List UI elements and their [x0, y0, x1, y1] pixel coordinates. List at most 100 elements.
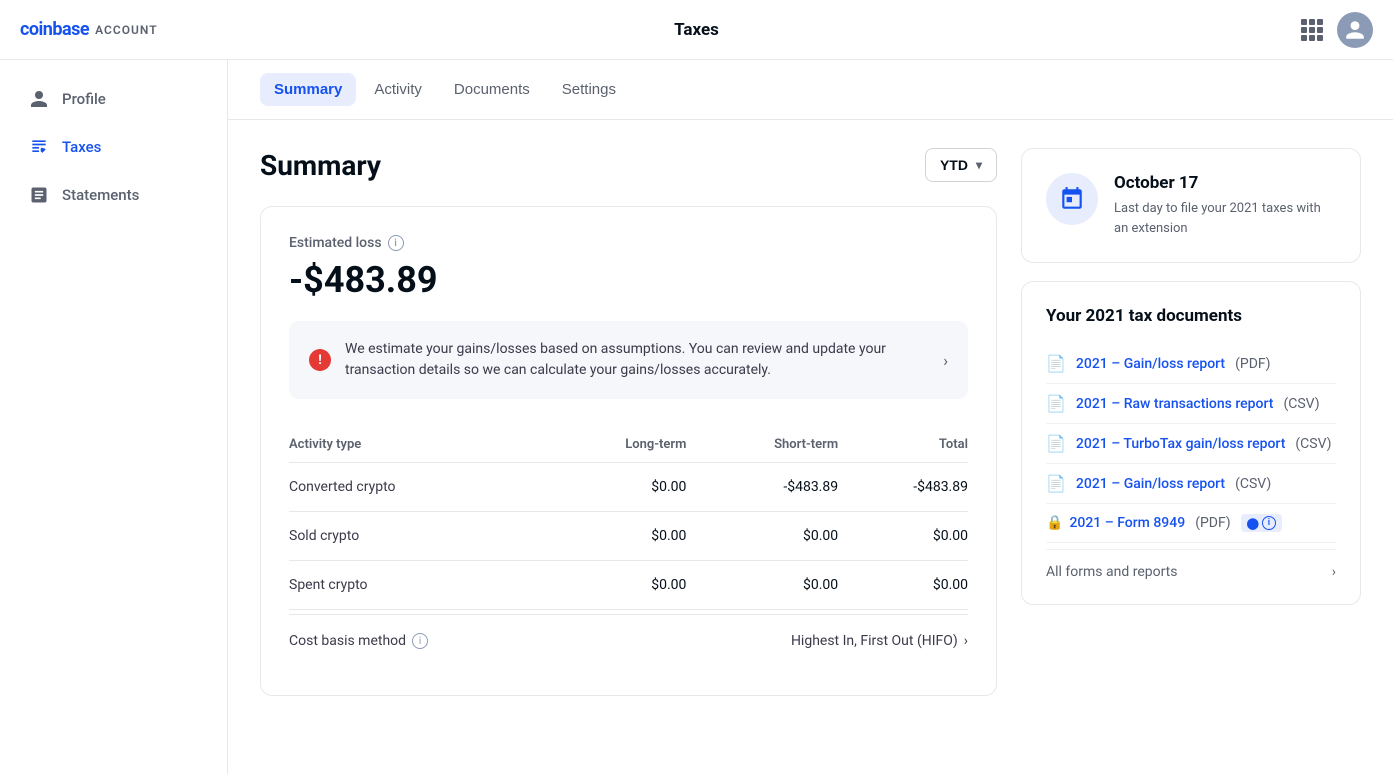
doc-item-gain-loss-pdf: 📄 2021 – Gain/loss report (PDF)	[1046, 344, 1336, 384]
sidebar-statements-label: Statements	[62, 186, 139, 204]
tab-bar: Summary Activity Documents Settings	[228, 60, 1393, 120]
file-icon-gain-loss-pdf: 📄	[1046, 354, 1066, 373]
doc-item-raw-transactions: 📄 2021 – Raw transactions report (CSV)	[1046, 384, 1336, 424]
october-description: Last day to file your 2021 taxes with an…	[1114, 199, 1336, 238]
lock-icon: 🔒	[1046, 515, 1063, 531]
tab-settings[interactable]: Settings	[548, 73, 630, 106]
all-forms-row[interactable]: All forms and reports ›	[1046, 549, 1336, 580]
cell-long-term: $0.00	[541, 512, 686, 561]
cell-long-term: $0.00	[541, 463, 686, 512]
sidebar-profile-label: Profile	[62, 90, 106, 108]
doc-item-gain-loss-csv: 📄 2021 – Gain/loss report (CSV)	[1046, 464, 1336, 504]
file-icon-raw-transactions: 📄	[1046, 394, 1066, 413]
statements-icon	[28, 184, 50, 206]
user-avatar[interactable]	[1337, 12, 1373, 48]
cost-basis-row[interactable]: Cost basis method i Highest In, First Ou…	[289, 614, 968, 667]
person-icon	[28, 88, 50, 110]
all-forms-label[interactable]: All forms and reports	[1046, 564, 1177, 580]
table-row: Converted crypto $0.00 -$483.89 -$483.89	[289, 463, 968, 512]
person-avatar-icon	[1344, 19, 1366, 41]
content-area: Summary YTD ▾ Estimated loss i -$483.89 …	[228, 120, 1393, 724]
sidebar-item-taxes[interactable]: Taxes	[8, 124, 219, 170]
all-forms-chevron-icon: ›	[1332, 564, 1336, 580]
estimated-amount: -$483.89	[289, 259, 968, 301]
doc-format-gain-loss-pdf: (PDF)	[1235, 356, 1270, 372]
cell-type: Sold crypto	[289, 512, 541, 561]
coinbase-wordmark: coinbase	[20, 19, 89, 40]
cell-total: $0.00	[838, 512, 968, 561]
october-card: October 17 Last day to file your 2021 ta…	[1021, 148, 1361, 263]
tab-summary[interactable]: Summary	[260, 73, 356, 106]
calendar-icon	[1059, 186, 1085, 212]
summary-main: Summary YTD ▾ Estimated loss i -$483.89 …	[260, 148, 997, 696]
tab-documents[interactable]: Documents	[440, 73, 544, 106]
cell-long-term: $0.00	[541, 561, 686, 610]
doc-link-turbotax[interactable]: 2021 – TurboTax gain/loss report	[1076, 436, 1285, 452]
cost-basis-info-icon[interactable]: i	[412, 633, 428, 649]
estimated-info-icon[interactable]: i	[388, 235, 404, 251]
sidebar-item-profile[interactable]: Profile	[8, 76, 219, 122]
sidebar-item-statements[interactable]: Statements	[8, 172, 219, 218]
main-layout: Profile Taxes Statements Summary Activit…	[0, 60, 1393, 774]
ytd-selector-button[interactable]: YTD ▾	[925, 148, 997, 182]
chevron-down-icon: ▾	[976, 158, 982, 172]
table-row: Sold crypto $0.00 $0.00 $0.00	[289, 512, 968, 561]
sidebar-taxes-label: Taxes	[62, 138, 101, 156]
top-navigation: coinbase ACCOUNT Taxes	[0, 0, 1393, 60]
doc-item-turbotax: 📄 2021 – TurboTax gain/loss report (CSV)	[1046, 424, 1336, 464]
doc-link-gain-loss-csv[interactable]: 2021 – Gain/loss report	[1076, 476, 1225, 492]
badge-info-icon[interactable]: i	[1262, 516, 1276, 530]
brand-logo[interactable]: coinbase ACCOUNT	[20, 19, 158, 40]
october-card-inner: October 17 Last day to file your 2021 ta…	[1046, 173, 1336, 238]
col-total: Total	[838, 427, 968, 463]
estimated-label-row: Estimated loss i	[289, 235, 968, 251]
activity-table: Activity type Long-term Short-term Total…	[289, 427, 968, 610]
tax-docs-title: Your 2021 tax documents	[1046, 306, 1336, 326]
table-row: Spent crypto $0.00 $0.00 $0.00	[289, 561, 968, 610]
file-icon-turbotax: 📄	[1046, 434, 1066, 453]
col-short-term: Short-term	[686, 427, 838, 463]
cost-basis-chevron-icon: ›	[964, 633, 968, 649]
col-activity-type: Activity type	[289, 427, 541, 463]
doc-link-gain-loss-pdf[interactable]: 2021 – Gain/loss report	[1076, 356, 1225, 372]
summary-card: Estimated loss i -$483.89 ! We estimate …	[260, 206, 997, 696]
cell-type: Spent crypto	[289, 561, 541, 610]
cell-type: Converted crypto	[289, 463, 541, 512]
warning-chevron-icon: ›	[943, 351, 948, 370]
page-title: Taxes	[674, 20, 719, 40]
doc-item-form-8949: 🔒 2021 – Form 8949 (PDF) ⬤ i	[1046, 504, 1336, 543]
grid-apps-icon[interactable]	[1301, 19, 1323, 41]
cell-short-term: $0.00	[686, 512, 838, 561]
topnav-actions	[1301, 12, 1373, 48]
cell-total: -$483.89	[838, 463, 968, 512]
col-long-term: Long-term	[541, 427, 686, 463]
account-label: ACCOUNT	[95, 23, 157, 37]
tab-activity[interactable]: Activity	[360, 73, 436, 106]
cell-total: $0.00	[838, 561, 968, 610]
ytd-label: YTD	[940, 157, 968, 173]
calendar-icon-wrap	[1046, 173, 1098, 225]
warning-icon: !	[309, 349, 331, 371]
main-content: Summary Activity Documents Settings Summ…	[228, 60, 1393, 774]
tax-docs-card: Your 2021 tax documents 📄 2021 – Gain/lo…	[1021, 281, 1361, 605]
doc-link-raw-transactions[interactable]: 2021 – Raw transactions report	[1076, 396, 1274, 412]
toggle-badge[interactable]: ⬤ i	[1241, 514, 1282, 532]
warning-banner[interactable]: ! We estimate your gains/losses based on…	[289, 321, 968, 399]
cell-short-term: $0.00	[686, 561, 838, 610]
taxes-icon	[28, 136, 50, 158]
doc-format-form-8949: (PDF)	[1195, 515, 1230, 531]
doc-format-raw-transactions: (CSV)	[1283, 396, 1319, 412]
doc-link-form-8949[interactable]: 2021 – Form 8949	[1069, 515, 1185, 531]
estimated-label-text: Estimated loss	[289, 235, 382, 251]
file-icon-gain-loss-csv: 📄	[1046, 474, 1066, 493]
october-info: October 17 Last day to file your 2021 ta…	[1114, 173, 1336, 238]
doc-format-turbotax: (CSV)	[1295, 436, 1331, 452]
summary-title: Summary	[260, 149, 381, 182]
warning-text: We estimate your gains/losses based on a…	[345, 339, 929, 381]
october-date: October 17	[1114, 173, 1336, 193]
cost-basis-label: Cost basis method i	[289, 633, 428, 649]
toggle-icon: ⬤	[1247, 517, 1259, 530]
cost-basis-value[interactable]: Highest In, First Out (HIFO) ›	[791, 633, 968, 649]
summary-header: Summary YTD ▾	[260, 148, 997, 182]
cell-short-term: -$483.89	[686, 463, 838, 512]
